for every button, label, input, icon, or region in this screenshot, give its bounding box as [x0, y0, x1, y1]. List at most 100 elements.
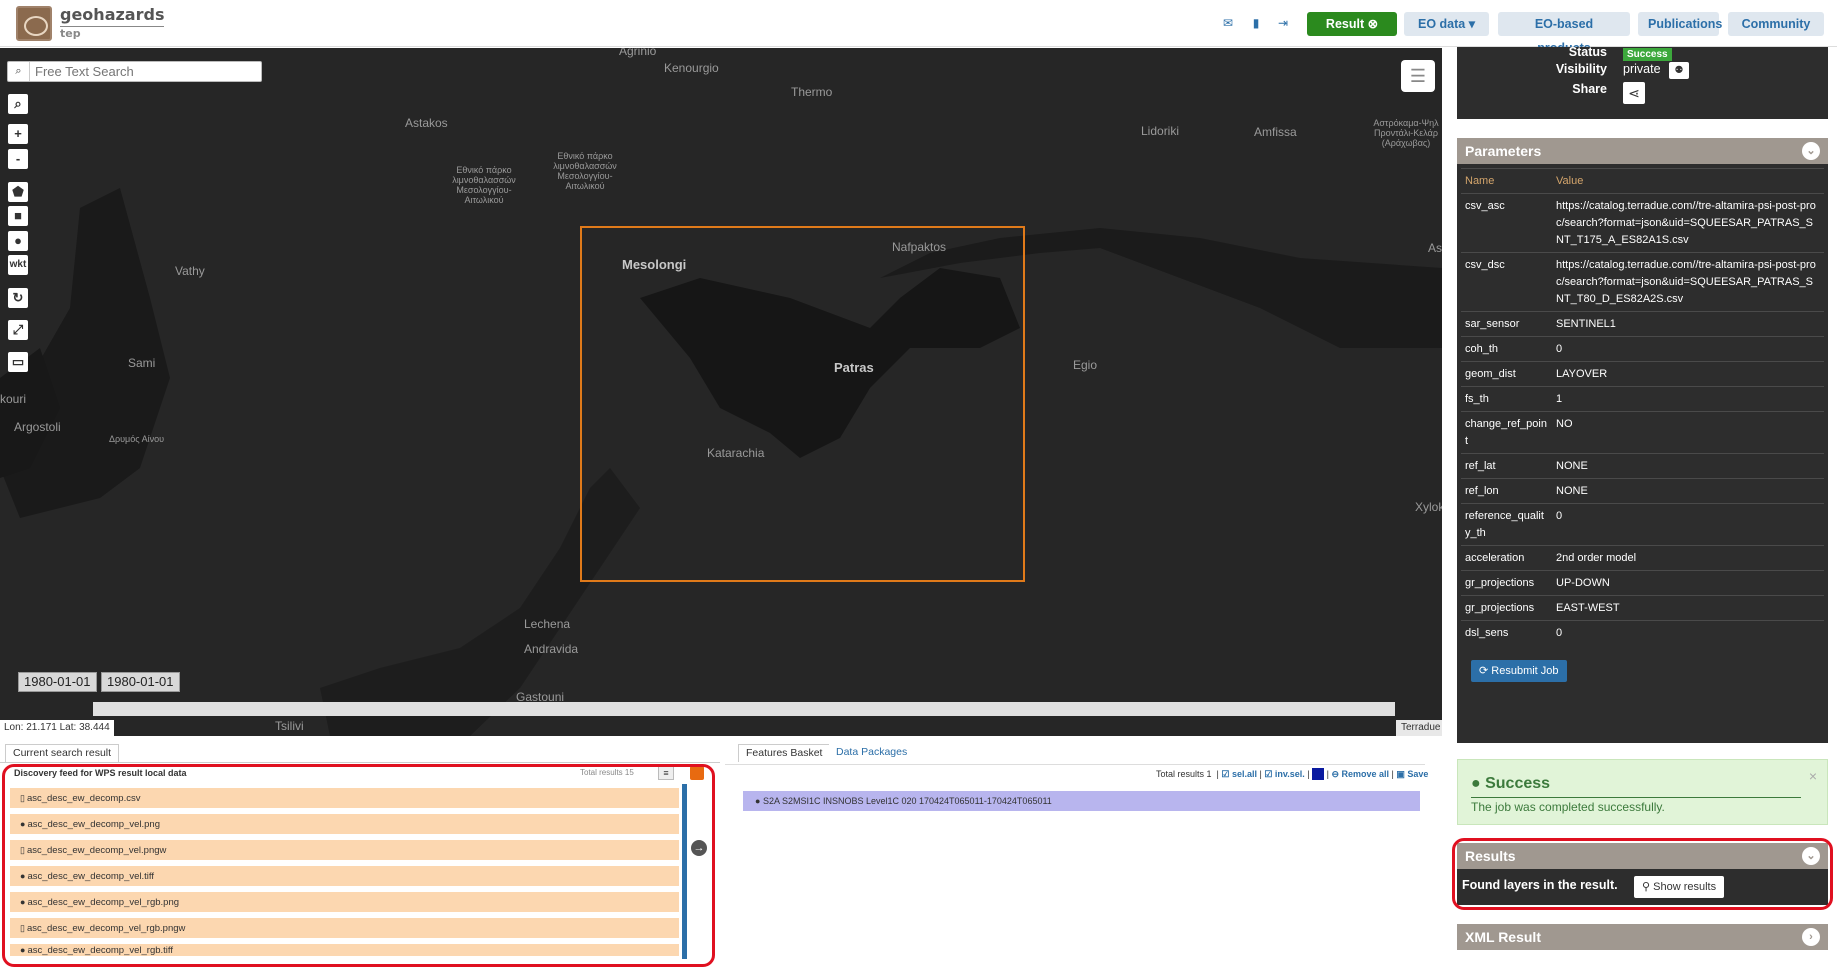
- tab-current-search-result[interactable]: Current search result: [5, 744, 120, 762]
- place-label: Vathy: [175, 264, 205, 278]
- place-label: Thermo: [791, 85, 833, 99]
- place-label: Mesolongi: [622, 257, 687, 272]
- fullscreen-button[interactable]: ⤢: [8, 320, 28, 340]
- nav-publications[interactable]: Publications: [1638, 12, 1722, 36]
- basket-feature-row[interactable]: ● S2A S2MSI1C INSNOBS Level1C 020 170424…: [743, 791, 1420, 811]
- draw-point-button[interactable]: ●: [8, 231, 28, 251]
- zoom-in-button[interactable]: +: [8, 124, 28, 144]
- place-label: Andravida: [524, 642, 579, 656]
- param-name: geom_dist: [1461, 361, 1552, 387]
- chevron-down-icon[interactable]: ⌄: [1802, 142, 1820, 160]
- measure-button[interactable]: ▭: [8, 352, 28, 372]
- param-name: reference_quality_th: [1461, 503, 1552, 546]
- nav-eo-based-products[interactable]: EO-based products: [1498, 12, 1630, 55]
- param-name: csv_dsc: [1461, 252, 1552, 312]
- sign-out-icon[interactable]: ⇥: [1276, 17, 1290, 30]
- param-name: csv_asc: [1461, 193, 1552, 253]
- nav-result-button[interactable]: Result ⊗: [1307, 12, 1397, 36]
- share-button[interactable]: ⋖: [1623, 82, 1645, 104]
- table-row: coh_th 0: [1461, 336, 1824, 362]
- select-all-link[interactable]: ☑ sel.all: [1221, 769, 1257, 779]
- table-row: ref_lon NONE: [1461, 478, 1824, 504]
- zoom-out-button[interactable]: -: [8, 149, 28, 169]
- geohazards-logo[interactable]: [16, 6, 52, 41]
- parameters-header[interactable]: Parameters ⌄: [1457, 138, 1828, 164]
- place-label: Kenourgio: [664, 61, 719, 75]
- place-label: Lechena: [524, 617, 571, 631]
- save-label: Save: [1407, 769, 1429, 779]
- search-icon[interactable]: ⌕: [8, 62, 30, 81]
- chevron-right-icon[interactable]: ›: [1802, 928, 1820, 946]
- place-label: kouri: [0, 392, 27, 406]
- wkt-button[interactable]: wkt: [8, 255, 28, 275]
- place-label: Εθνικό πάρκο λιμνοθαλασσών Μεσολογγίου-Α…: [452, 165, 516, 205]
- place-label: Agrinio: [619, 48, 657, 58]
- table-row: acceleration 2nd order model: [1461, 545, 1824, 571]
- nav-eo-data[interactable]: EO data ▾: [1404, 12, 1489, 36]
- table-row: csv_dsc https://catalog.terradue.com//tre…: [1461, 252, 1824, 312]
- polygon-icon: ⬟: [12, 184, 24, 199]
- xml-result-header[interactable]: XML Result ›: [1457, 924, 1828, 950]
- envelope-icon[interactable]: ✉: [1221, 17, 1235, 30]
- remove-all-link[interactable]: ⊖ Remove all: [1331, 769, 1389, 779]
- draw-box-button[interactable]: ■: [8, 206, 28, 226]
- table-row: geom_dist LAYOVER: [1461, 361, 1824, 387]
- table-row: sar_sensor SENTINEL1: [1461, 311, 1824, 337]
- place-label: Patras: [834, 360, 874, 375]
- parameters-panel: Parameters ⌄ Name Value csv_asc https://c…: [1457, 138, 1828, 743]
- col-name: Name: [1461, 168, 1552, 194]
- total-results-right: Total results 1: [1156, 769, 1212, 779]
- parameters-title: Parameters: [1465, 143, 1542, 159]
- col-value: Value: [1552, 168, 1824, 194]
- close-icon[interactable]: ×: [1809, 768, 1817, 784]
- refresh-button[interactable]: ↻: [8, 288, 28, 308]
- brand[interactable]: geohazards tep: [60, 5, 165, 40]
- place-label: Nafpaktos: [892, 240, 947, 254]
- param-value: LAYOVER: [1552, 361, 1824, 387]
- param-value: 1: [1552, 386, 1824, 412]
- tab-data-packages[interactable]: Data Packages: [829, 744, 915, 762]
- nav-community[interactable]: Community: [1728, 12, 1824, 36]
- book-icon[interactable]: ▮: [1249, 17, 1263, 30]
- map-view[interactable]: Agrinio Kenourgio Thermo Astakos Lidorik…: [0, 48, 1442, 736]
- area-of-interest-box[interactable]: [580, 226, 1025, 582]
- timeline-slider[interactable]: [93, 702, 1395, 716]
- param-value: 0: [1552, 336, 1824, 362]
- invert-selection-link[interactable]: ☑ inv.sel.: [1264, 769, 1304, 779]
- ruler-icon: ▭: [11, 354, 25, 369]
- place-label: Argostoli: [14, 420, 61, 434]
- top-navbar: geohazards tep ✉ ▮ ⇥ Result ⊗ EO data ▾ …: [0, 0, 1837, 55]
- start-date-label[interactable]: 1980-01-01: [18, 672, 97, 692]
- tab-features-basket[interactable]: Features Basket: [738, 744, 831, 762]
- table-row: csv_asc https://catalog.terradue.com//tre…: [1461, 193, 1824, 253]
- draw-polygon-button[interactable]: ⬟: [8, 182, 28, 202]
- search-input[interactable]: [35, 63, 255, 80]
- map-marker-icon: ●: [14, 233, 22, 248]
- status-label: Status: [1568, 45, 1607, 59]
- param-name: gr_projections: [1461, 595, 1552, 621]
- table-row: change_ref_point NO: [1461, 411, 1824, 454]
- app-name: geohazards: [60, 5, 165, 27]
- color-swatch[interactable]: [1312, 768, 1325, 780]
- resubmit-label: Resubmit Job: [1491, 665, 1559, 677]
- select-all-label: sel.all: [1231, 769, 1257, 779]
- place-label: Xylok: [1415, 500, 1442, 514]
- save-link[interactable]: ▣ Save: [1396, 769, 1428, 779]
- visibility-toggle-button[interactable]: ⚉: [1669, 62, 1689, 79]
- visibility-value: private: [1623, 62, 1661, 76]
- xml-result-panel: XML Result ›: [1457, 924, 1828, 950]
- param-value: EAST-WEST: [1552, 595, 1824, 621]
- app-sub: tep: [60, 27, 81, 40]
- success-alert: ● Success The job was completed successf…: [1457, 759, 1828, 825]
- cursor-coordinates: Lon: 21.171 Lat: 38.444: [0, 720, 114, 736]
- search-tool-button[interactable]: ⌕: [8, 94, 28, 114]
- layer-switcher-button[interactable]: ☰: [1401, 60, 1435, 92]
- place-label: Tsilivi: [275, 719, 304, 733]
- table-row: gr_projections EAST-WEST: [1461, 595, 1824, 621]
- end-date-label[interactable]: 1980-01-01: [101, 672, 180, 692]
- param-name: acceleration: [1461, 545, 1552, 571]
- param-value: NONE: [1552, 478, 1824, 504]
- resubmit-job-button[interactable]: ⟳ Resubmit Job: [1471, 660, 1567, 682]
- param-name: gr_projections: [1461, 570, 1552, 596]
- job-status-card: Status Success Visibility private ⚉ Shar…: [1457, 45, 1828, 119]
